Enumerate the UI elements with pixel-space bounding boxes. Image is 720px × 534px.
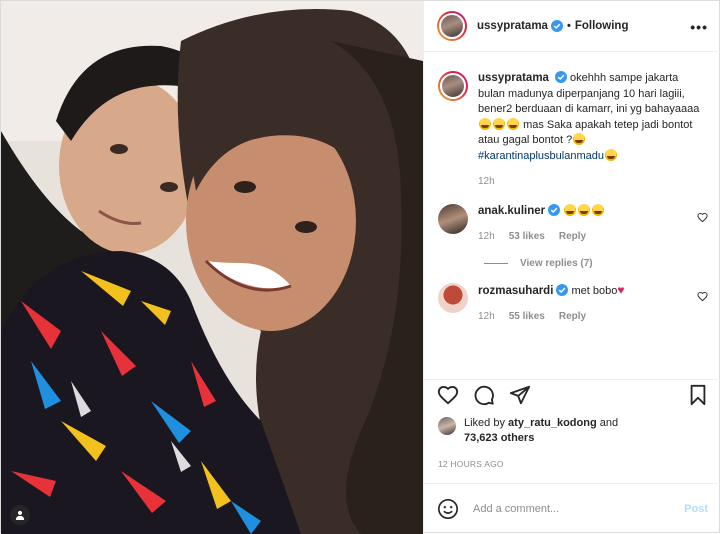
post-image [1, 1, 423, 534]
likes-count[interactable]: 73,623 others [464, 432, 534, 444]
post-modal: ussypratama • Following ••• ussypratama … [0, 0, 720, 534]
replies-divider [484, 262, 508, 264]
comment-body: anak.kuliner 12h 53 likes Reply [478, 203, 605, 244]
post-photo[interactable] [1, 1, 423, 534]
laughing-emoji-icon [493, 117, 505, 130]
laughing-emoji-icon [573, 133, 586, 145]
commenter-username[interactable]: anak.kuliner [478, 205, 545, 217]
reply-button[interactable]: Reply [559, 229, 586, 244]
emoji-icon[interactable] [437, 498, 459, 520]
post-side-panel: ussypratama • Following ••• ussypratama … [423, 1, 720, 534]
laughing-emoji-icon [578, 203, 591, 216]
caption-body: ussypratama okehhh sampe jakarta bulan m… [478, 71, 708, 190]
bookmark-icon[interactable] [687, 384, 709, 406]
verified-icon [554, 71, 567, 83]
action-bar [424, 379, 720, 409]
commenter-avatar[interactable] [438, 282, 468, 313]
comment-like-heart-icon[interactable] [697, 212, 708, 223]
red-heart-emoji-icon: ♥ [617, 282, 625, 297]
comment-text: met bobo [571, 284, 618, 297]
comments-area: ussypratama okehhh sampe jakarta bulan m… [424, 53, 720, 379]
comment-like-heart-icon[interactable] [697, 291, 708, 302]
separator-dot: • [566, 20, 571, 32]
commenter-username[interactable]: rozmasuhardi [478, 285, 553, 297]
caption-avatar[interactable] [438, 71, 468, 101]
liker-username[interactable]: aty_ratu_kodong [508, 417, 597, 429]
verified-icon [550, 20, 563, 32]
verified-icon [556, 283, 569, 296]
author-username[interactable]: ussypratama [477, 20, 548, 32]
comment-time[interactable]: 12h [478, 229, 495, 244]
following-button[interactable]: Following [575, 20, 629, 32]
share-icon[interactable] [509, 384, 531, 406]
more-icon[interactable]: ••• [690, 19, 708, 35]
comment-meta: 12h 55 likes Reply [478, 309, 624, 324]
tag-icon [15, 510, 25, 520]
commenter-avatar[interactable] [438, 203, 468, 234]
post-comment-button[interactable]: Post [684, 503, 708, 515]
post-header: ussypratama • Following ••• [424, 1, 720, 52]
comment-item: anak.kuliner 12h 53 likes Reply [438, 203, 708, 244]
laughing-emoji-icon [564, 203, 577, 216]
view-replies-link[interactable]: View replies (7) [484, 258, 708, 269]
comment-meta: 12h 53 likes Reply [478, 229, 605, 244]
hashtag-link[interactable]: #karantinaplusbulanmadu [478, 150, 604, 162]
laughing-emoji-icon [604, 148, 617, 161]
comment-time[interactable]: 12h [478, 309, 495, 324]
laughing-emoji-icon [479, 117, 491, 130]
comment-body: rozmasuhardi met bobo♥ 12h 55 likes Repl… [478, 283, 624, 324]
comment-input[interactable] [473, 503, 673, 515]
liked-by-and: and [599, 417, 619, 429]
comment-item: rozmasuhardi met bobo♥ 12h 55 likes Repl… [438, 282, 708, 324]
caption-time[interactable]: 12h [478, 174, 495, 190]
tag-people-button[interactable] [10, 505, 30, 525]
post-timestamp[interactable]: 12 HOURS AGO [438, 459, 504, 469]
likes-text: Liked by aty_ratu_kodong and 73,623 othe… [464, 416, 618, 446]
author-avatar[interactable] [437, 11, 467, 41]
liked-by-prefix: Liked by [464, 417, 505, 429]
view-replies-label: View replies (7) [520, 257, 593, 269]
caption: ussypratama okehhh sampe jakarta bulan m… [438, 53, 708, 190]
comment-icon[interactable] [473, 384, 495, 406]
laughing-emoji-icon [592, 203, 605, 216]
liker-avatar[interactable] [438, 417, 456, 435]
caption-username[interactable]: ussypratama [478, 72, 549, 84]
comment-likes[interactable]: 55 likes [509, 309, 545, 324]
laughing-emoji-icon [507, 117, 519, 130]
reply-button[interactable]: Reply [559, 309, 586, 324]
heart-icon[interactable] [437, 384, 459, 406]
likes-summary: Liked by aty_ratu_kodong and 73,623 othe… [438, 416, 618, 446]
add-comment-bar: Post [424, 483, 720, 534]
caption-meta: 12h [478, 174, 708, 190]
comment-likes[interactable]: 53 likes [509, 229, 545, 244]
verified-icon [548, 203, 561, 216]
